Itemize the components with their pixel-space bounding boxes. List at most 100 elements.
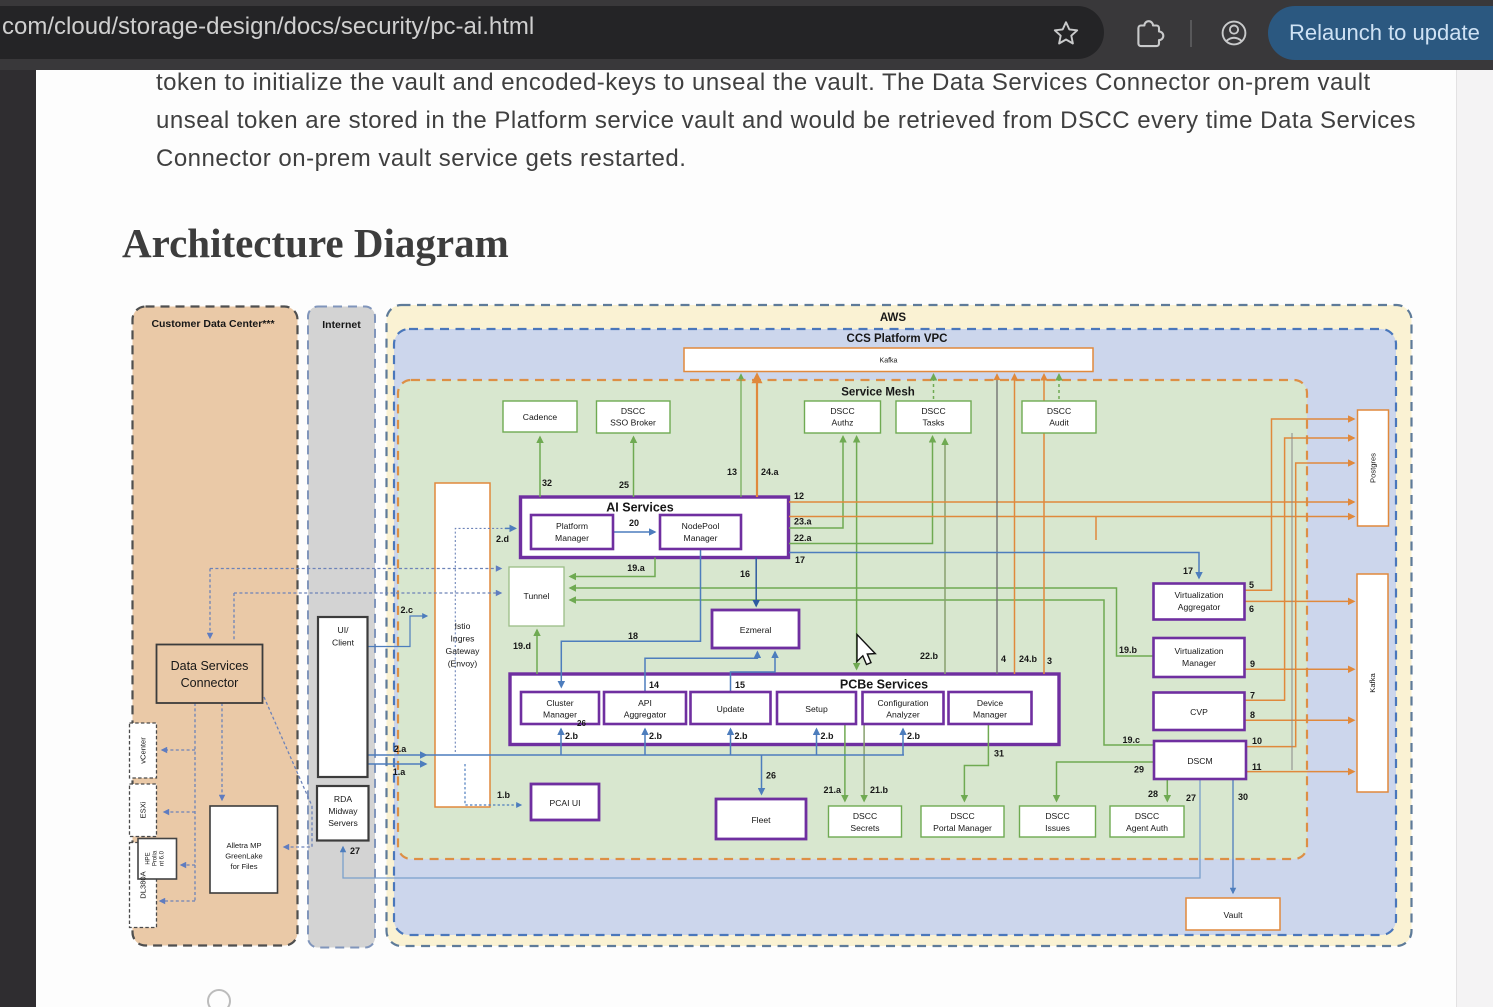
svg-text:CCS Platform VPC: CCS Platform VPC [847, 333, 948, 345]
svg-text:Connector: Connector [181, 676, 239, 690]
svg-text:Agent Auth: Agent Auth [1126, 823, 1168, 833]
svg-text:27: 27 [350, 846, 360, 856]
svg-text:HPE: HPE [146, 852, 152, 864]
svg-text:Fleet: Fleet [751, 815, 771, 825]
svg-text:27: 27 [1186, 793, 1196, 803]
svg-text:8: 8 [1250, 710, 1255, 720]
svg-text:Issues: Issues [1045, 823, 1070, 833]
svg-text:for Files: for Files [230, 862, 257, 871]
svg-text:Kafka: Kafka [880, 358, 898, 365]
svg-text:Gateway: Gateway [446, 646, 481, 656]
svg-text:Tunnel: Tunnel [524, 591, 550, 601]
svg-text:Kafka: Kafka [1368, 673, 1377, 693]
svg-text:DSCC: DSCC [1045, 811, 1069, 821]
svg-text:Cluster: Cluster [546, 698, 573, 708]
svg-text:7: 7 [1250, 691, 1255, 701]
svg-text:RDA: RDA [334, 794, 352, 804]
svg-text:Manager: Manager [543, 710, 577, 720]
svg-text:Service Mesh: Service Mesh [841, 387, 915, 399]
svg-text:Manager: Manager [973, 710, 1007, 720]
svg-text:25: 25 [619, 480, 629, 490]
svg-text:2.b: 2.b [735, 731, 749, 741]
svg-text:19.b: 19.b [1119, 645, 1138, 655]
svg-text:2.d: 2.d [496, 534, 509, 544]
svg-text:Platform: Platform [556, 521, 588, 531]
svg-text:Setup: Setup [805, 704, 828, 714]
svg-text:API: API [638, 698, 652, 708]
svg-text:DSCC: DSCC [853, 811, 877, 821]
svg-text:Device: Device [977, 698, 1003, 708]
svg-text:Ezmeral: Ezmeral [740, 625, 772, 635]
svg-text:23.a: 23.a [794, 517, 813, 527]
svg-text:SSO Broker: SSO Broker [610, 418, 656, 428]
svg-text:Aggregator: Aggregator [624, 710, 667, 720]
svg-text:2.b: 2.b [565, 731, 579, 741]
svg-text:22.a: 22.a [794, 533, 813, 543]
svg-text:Portal Manager: Portal Manager [933, 823, 992, 833]
svg-text:26: 26 [766, 771, 776, 781]
svg-text:Prolia: Prolia [153, 850, 159, 866]
svg-text:18: 18 [628, 631, 638, 641]
svg-text:19.a: 19.a [627, 563, 646, 573]
svg-text:24.b: 24.b [1019, 654, 1038, 664]
svg-text:22.b: 22.b [920, 651, 939, 661]
svg-text:31: 31 [994, 749, 1004, 759]
svg-text:10: 10 [1252, 736, 1262, 746]
svg-text:AI Services: AI Services [606, 501, 673, 515]
svg-text:DSCC: DSCC [950, 811, 974, 821]
svg-text:Cadence: Cadence [523, 412, 558, 422]
svg-text:NodePool: NodePool [682, 521, 720, 531]
svg-text:9: 9 [1250, 659, 1255, 669]
svg-text:2.a: 2.a [394, 744, 408, 754]
svg-text:Virtualization: Virtualization [1174, 590, 1223, 600]
svg-text:AWS: AWS [880, 312, 907, 324]
svg-text:Configuration: Configuration [877, 698, 928, 708]
svg-text:Secrets: Secrets [850, 823, 879, 833]
svg-text:5: 5 [1249, 580, 1254, 590]
svg-text:17: 17 [1183, 566, 1193, 576]
svg-text:Data Services: Data Services [171, 659, 249, 673]
svg-text:26: 26 [577, 719, 586, 728]
svg-text:21.b: 21.b [870, 785, 889, 795]
svg-text:Authz: Authz [832, 418, 854, 428]
svg-text:24.a: 24.a [761, 467, 780, 477]
svg-text:19.d: 19.d [513, 641, 531, 651]
svg-text:Audit: Audit [1049, 418, 1069, 428]
svg-text:2.b: 2.b [649, 731, 663, 741]
svg-text:Tasks: Tasks [923, 418, 945, 428]
svg-text:Virtualization: Virtualization [1174, 646, 1223, 656]
svg-text:DSCC: DSCC [1047, 406, 1071, 416]
svg-text:2.c: 2.c [400, 605, 413, 615]
svg-text:Postgres: Postgres [1369, 453, 1378, 483]
svg-text:11: 11 [1252, 762, 1262, 772]
svg-text:Aggregator: Aggregator [1178, 602, 1221, 612]
svg-text:4: 4 [1001, 654, 1006, 664]
svg-text:ESXi: ESXi [139, 801, 148, 818]
svg-text:nt 6.0: nt 6.0 [160, 850, 166, 866]
svg-text:Vault: Vault [1224, 910, 1244, 920]
svg-text:Alletra MP: Alletra MP [226, 841, 261, 850]
svg-text:CVP: CVP [1190, 707, 1208, 717]
svg-text:DSCM: DSCM [1187, 756, 1212, 766]
svg-text:16: 16 [740, 569, 750, 579]
svg-text:PCAI UI: PCAI UI [549, 798, 580, 808]
svg-text:Manager: Manager [684, 533, 718, 543]
svg-text:1.a: 1.a [393, 767, 407, 777]
svg-text:DSCC: DSCC [1135, 811, 1159, 821]
svg-text:19.c: 19.c [1122, 735, 1140, 745]
svg-text:6: 6 [1249, 604, 1254, 614]
svg-text:1.b: 1.b [497, 790, 511, 800]
svg-text:2.b: 2.b [907, 731, 921, 741]
svg-text:Ingres: Ingres [451, 634, 475, 644]
svg-text:(Envoy): (Envoy) [448, 659, 478, 669]
svg-text:Analyzer: Analyzer [886, 710, 920, 720]
svg-text:DL380A: DL380A [139, 870, 148, 898]
svg-text:28: 28 [1148, 789, 1158, 799]
svg-text:17: 17 [795, 555, 805, 565]
svg-text:21.a: 21.a [823, 785, 842, 795]
svg-text:GreenLake: GreenLake [225, 852, 263, 861]
svg-text:DSCC: DSCC [921, 406, 945, 416]
svg-text:20: 20 [629, 518, 639, 528]
svg-text:Servers: Servers [328, 818, 358, 828]
svg-text:Manager: Manager [1182, 658, 1216, 668]
